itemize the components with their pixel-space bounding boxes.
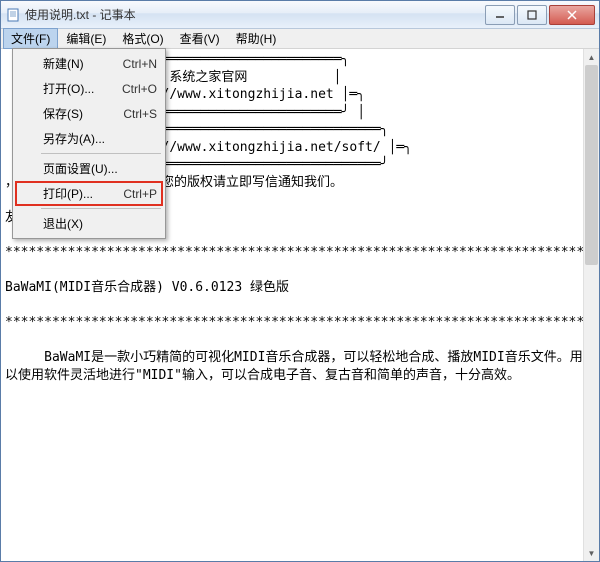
window-title: 使用说明.txt - 记事本 (25, 6, 483, 23)
menu-item-open[interactable]: 打开(O)... Ctrl+O (15, 76, 163, 101)
vertical-scrollbar[interactable]: ▲ ▼ (583, 49, 599, 561)
scroll-up-arrow-icon[interactable]: ▲ (584, 49, 599, 65)
titlebar[interactable]: 使用说明.txt - 记事本 (1, 1, 599, 29)
menu-separator (41, 208, 161, 209)
menu-item-pagesetup[interactable]: 页面设置(U)... (15, 156, 163, 181)
menu-item-new[interactable]: 新建(N) Ctrl+N (15, 51, 163, 76)
window-controls (483, 5, 595, 25)
close-button[interactable] (549, 5, 595, 25)
menu-item-exit[interactable]: 退出(X) (15, 211, 163, 236)
menu-item-saveas[interactable]: 另存为(A)... (15, 126, 163, 151)
menu-edit[interactable]: 编辑(E) (58, 28, 114, 49)
scroll-down-arrow-icon[interactable]: ▼ (584, 545, 599, 561)
maximize-button[interactable] (517, 5, 547, 25)
app-icon (5, 7, 21, 23)
menu-item-save[interactable]: 保存(S) Ctrl+S (15, 101, 163, 126)
menu-view[interactable]: 查看(V) (172, 28, 228, 49)
minimize-button[interactable] (485, 5, 515, 25)
file-menu-dropdown: 新建(N) Ctrl+N 打开(O)... Ctrl+O 保存(S) Ctrl+… (12, 48, 166, 239)
menu-format[interactable]: 格式(O) (114, 28, 171, 49)
menu-item-print[interactable]: 打印(P)... Ctrl+P (15, 181, 163, 206)
scroll-thumb[interactable] (585, 65, 598, 265)
menu-file[interactable]: 文件(F) (3, 28, 58, 49)
menubar: 文件(F) 编辑(E) 格式(O) 查看(V) 帮助(H) (1, 29, 599, 49)
menu-help[interactable]: 帮助(H) (228, 28, 285, 49)
menu-separator (41, 153, 161, 154)
